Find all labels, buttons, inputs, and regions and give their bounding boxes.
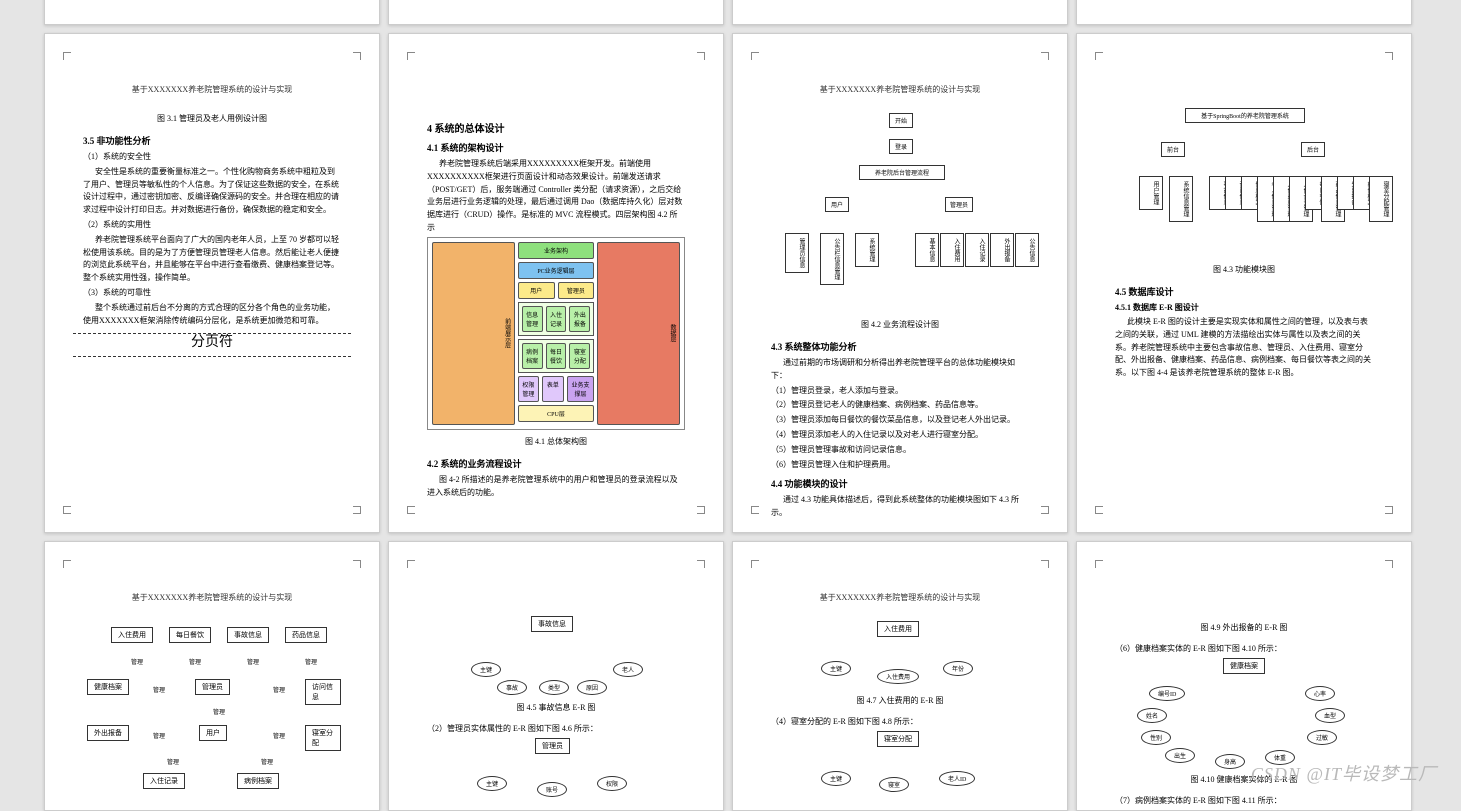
page-header: 基于XXXXXXX养老院管理系统的设计与实现 bbox=[771, 592, 1029, 603]
page-4: 基于SpringBoot的养老院管理系统 前台 后台 用户管理 系统信息管理 事… bbox=[1076, 33, 1412, 533]
er-diagram-dorm: 寝室分配 主键 寝室 老人ID bbox=[771, 731, 1029, 791]
paragraph: （6）健康档案实体的 E-R 图如下图 4.10 所示： bbox=[1115, 643, 1373, 656]
paragraph: 养老院管理系统后端采用XXXXXXXXX框架开发。前端使用XXXXXXXXXX框… bbox=[427, 158, 685, 235]
section-heading: 4.3 系统整体功能分析 bbox=[771, 340, 1029, 353]
paragraph: （2）管理员实体属性的 E-R 图如下图 4.6 所示： bbox=[427, 723, 685, 736]
page-top-sliver bbox=[1076, 0, 1412, 25]
page-top-sliver bbox=[44, 0, 380, 25]
paragraph: 通过 4.3 功能具体描述后，得到此系统整体的功能模块图如下 4.3 所示。 bbox=[771, 494, 1029, 520]
sub-title: （2）系统的实用性 bbox=[83, 219, 341, 232]
figure-caption: 图 4.1 总体架构图 bbox=[427, 436, 685, 447]
paragraph: 整个系统通过前后台不分离的方式合理的区分各个角色的业务功能，使用XXXXXXX框… bbox=[83, 302, 341, 328]
figure-caption: 图 4.5 事故信息 E-R 图 bbox=[427, 702, 685, 713]
watermark: CSDN @IT毕设梦工厂 bbox=[1251, 760, 1437, 786]
section-heading: 4.4 功能模块的设计 bbox=[771, 477, 1029, 490]
page-6: 事故信息 主键 事故 类型 原因 老人 图 4.5 事故信息 E-R 图 （2）… bbox=[388, 541, 724, 811]
section-heading: 4.2 系统的业务流程设计 bbox=[427, 457, 685, 470]
figure-caption: 图 4.3 功能模块图 bbox=[1115, 264, 1373, 275]
sub-title: （1）系统的安全性 bbox=[83, 151, 341, 164]
section-heading: 4.5 数据库设计 bbox=[1115, 285, 1373, 298]
figure-caption: 图 3.1 管理员及老人用例设计图 bbox=[83, 113, 341, 124]
paragraph: 此模块 E-R 图的设计主要是实现实体和属性之间的管理，以及表与表之间的关联，通… bbox=[1115, 316, 1373, 380]
section-heading: 4.5.1 数据库 E-R 图设计 bbox=[1115, 302, 1373, 313]
page-3: 基于XXXXXXX养老院管理系统的设计与实现 开始 登录 养老院后台管理流程 用… bbox=[732, 33, 1068, 533]
page-header: 基于XXXXXXX养老院管理系统的设计与实现 bbox=[83, 84, 341, 95]
figure-caption: 图 4.2 业务流程设计图 bbox=[771, 319, 1029, 330]
list-item: （3）管理员添加每日餐饮的餐饮菜品信息，以及登记老人外出记录。 bbox=[771, 414, 1029, 427]
architecture-diagram: 前端展示层 业务架构 PC业务逻辑层 用户 管理员 信息管理 入住记录 外出报备… bbox=[427, 237, 685, 430]
paragraph: （4）寝室分配的 E-R 图如下图 4.8 所示： bbox=[771, 716, 1029, 729]
page-top-sliver bbox=[732, 0, 1068, 25]
list-item: （2）管理员登记老人的健康档案、病例档案、药品信息等。 bbox=[771, 399, 1029, 412]
er-diagram-admin: 管理员 主键 账号 权限 bbox=[427, 738, 685, 798]
page-top-sliver bbox=[388, 0, 724, 25]
module-diagram: 基于SpringBoot的养老院管理系统 前台 后台 用户管理 系统信息管理 事… bbox=[1115, 108, 1373, 258]
list-item: （4）管理员添加老人的入住记录以及对老人进行寝室分配。 bbox=[771, 429, 1029, 442]
page-header: 基于XXXXXXX养老院管理系统的设计与实现 bbox=[771, 84, 1029, 95]
page-break-label: 分页符 bbox=[183, 335, 241, 350]
list-item: （5）管理员管理事故和访问记录信息。 bbox=[771, 444, 1029, 457]
er-diagram-health: 健康档案 编号ID 姓名 性别 出生 身高 体重 过敏 血型 心率 bbox=[1115, 658, 1373, 768]
page-5: 基于XXXXXXX养老院管理系统的设计与实现 入住费用 每日餐饮 事故信息 药品… bbox=[44, 541, 380, 811]
page-header: 基于XXXXXXX养老院管理系统的设计与实现 bbox=[83, 592, 341, 603]
er-diagram-checkin: 入住费用 主键 入住费用 年份 bbox=[771, 621, 1029, 689]
arch-side-left: 前端展示层 bbox=[432, 242, 515, 425]
page-2: 4 系统的总体设计 4.1 系统的架构设计 养老院管理系统后端采用XXXXXXX… bbox=[388, 33, 724, 533]
flow-diagram: 开始 登录 养老院后台管理流程 用户 管理员 管理员信息 公告栏信息管理 系统管… bbox=[771, 113, 1029, 313]
figure-caption: 图 4.9 外出报备的 E-R 图 bbox=[1115, 622, 1373, 633]
paragraph: 安全性是系统的重要衡量标准之一。个性化购物商务系统中粗粒及到了用户、管理员等敏私… bbox=[83, 166, 341, 217]
section-heading: 4.1 系统的架构设计 bbox=[427, 141, 685, 154]
figure-caption: 图 4.7 入住费用的 E-R 图 bbox=[771, 695, 1029, 706]
page-1: 基于XXXXXXX养老院管理系统的设计与实现 图 3.1 管理员及老人用例设计图… bbox=[44, 33, 380, 533]
list-item: （1）管理员登录，老人添加与登录。 bbox=[771, 385, 1029, 398]
er-diagram-accident: 事故信息 主键 事故 类型 原因 老人 bbox=[427, 616, 685, 696]
paragraph: 养老院管理系统平台面向了广大的国内老年人员，上至 70 岁都可以轻松使用该系统。… bbox=[83, 234, 341, 285]
page-break-line bbox=[73, 356, 351, 357]
page-7: 基于XXXXXXX养老院管理系统的设计与实现 入住费用 主键 入住费用 年份 图… bbox=[732, 541, 1068, 811]
page-grid: 基于XXXXXXX养老院管理系统的设计与实现 图 3.1 管理员及老人用例设计图… bbox=[0, 0, 1456, 811]
sub-title: （3）系统的可靠性 bbox=[83, 287, 341, 300]
paragraph: 图 4-2 所描述的是养老院管理系统中的用户和管理员的登录流程以及进入系统后的功… bbox=[427, 474, 685, 500]
section-heading: 4 系统的总体设计 bbox=[427, 120, 685, 135]
list-item: （6）管理员管理入住和护理费用。 bbox=[771, 459, 1029, 472]
paragraph: （7）病例档案实体的 E-R 图如下图 4.11 所示： bbox=[1115, 795, 1373, 808]
arch-side-right: 数据层 bbox=[597, 242, 680, 425]
overall-er-diagram: 入住费用 每日餐饮 事故信息 药品信息 管理 管理 管理 管理 管理员 健康档案… bbox=[83, 621, 341, 781]
paragraph: 通过前期的市场调研和分析得出养老院管理平台的总体功能模块如下： bbox=[771, 357, 1029, 383]
section-heading: 3.5 非功能性分析 bbox=[83, 134, 341, 147]
